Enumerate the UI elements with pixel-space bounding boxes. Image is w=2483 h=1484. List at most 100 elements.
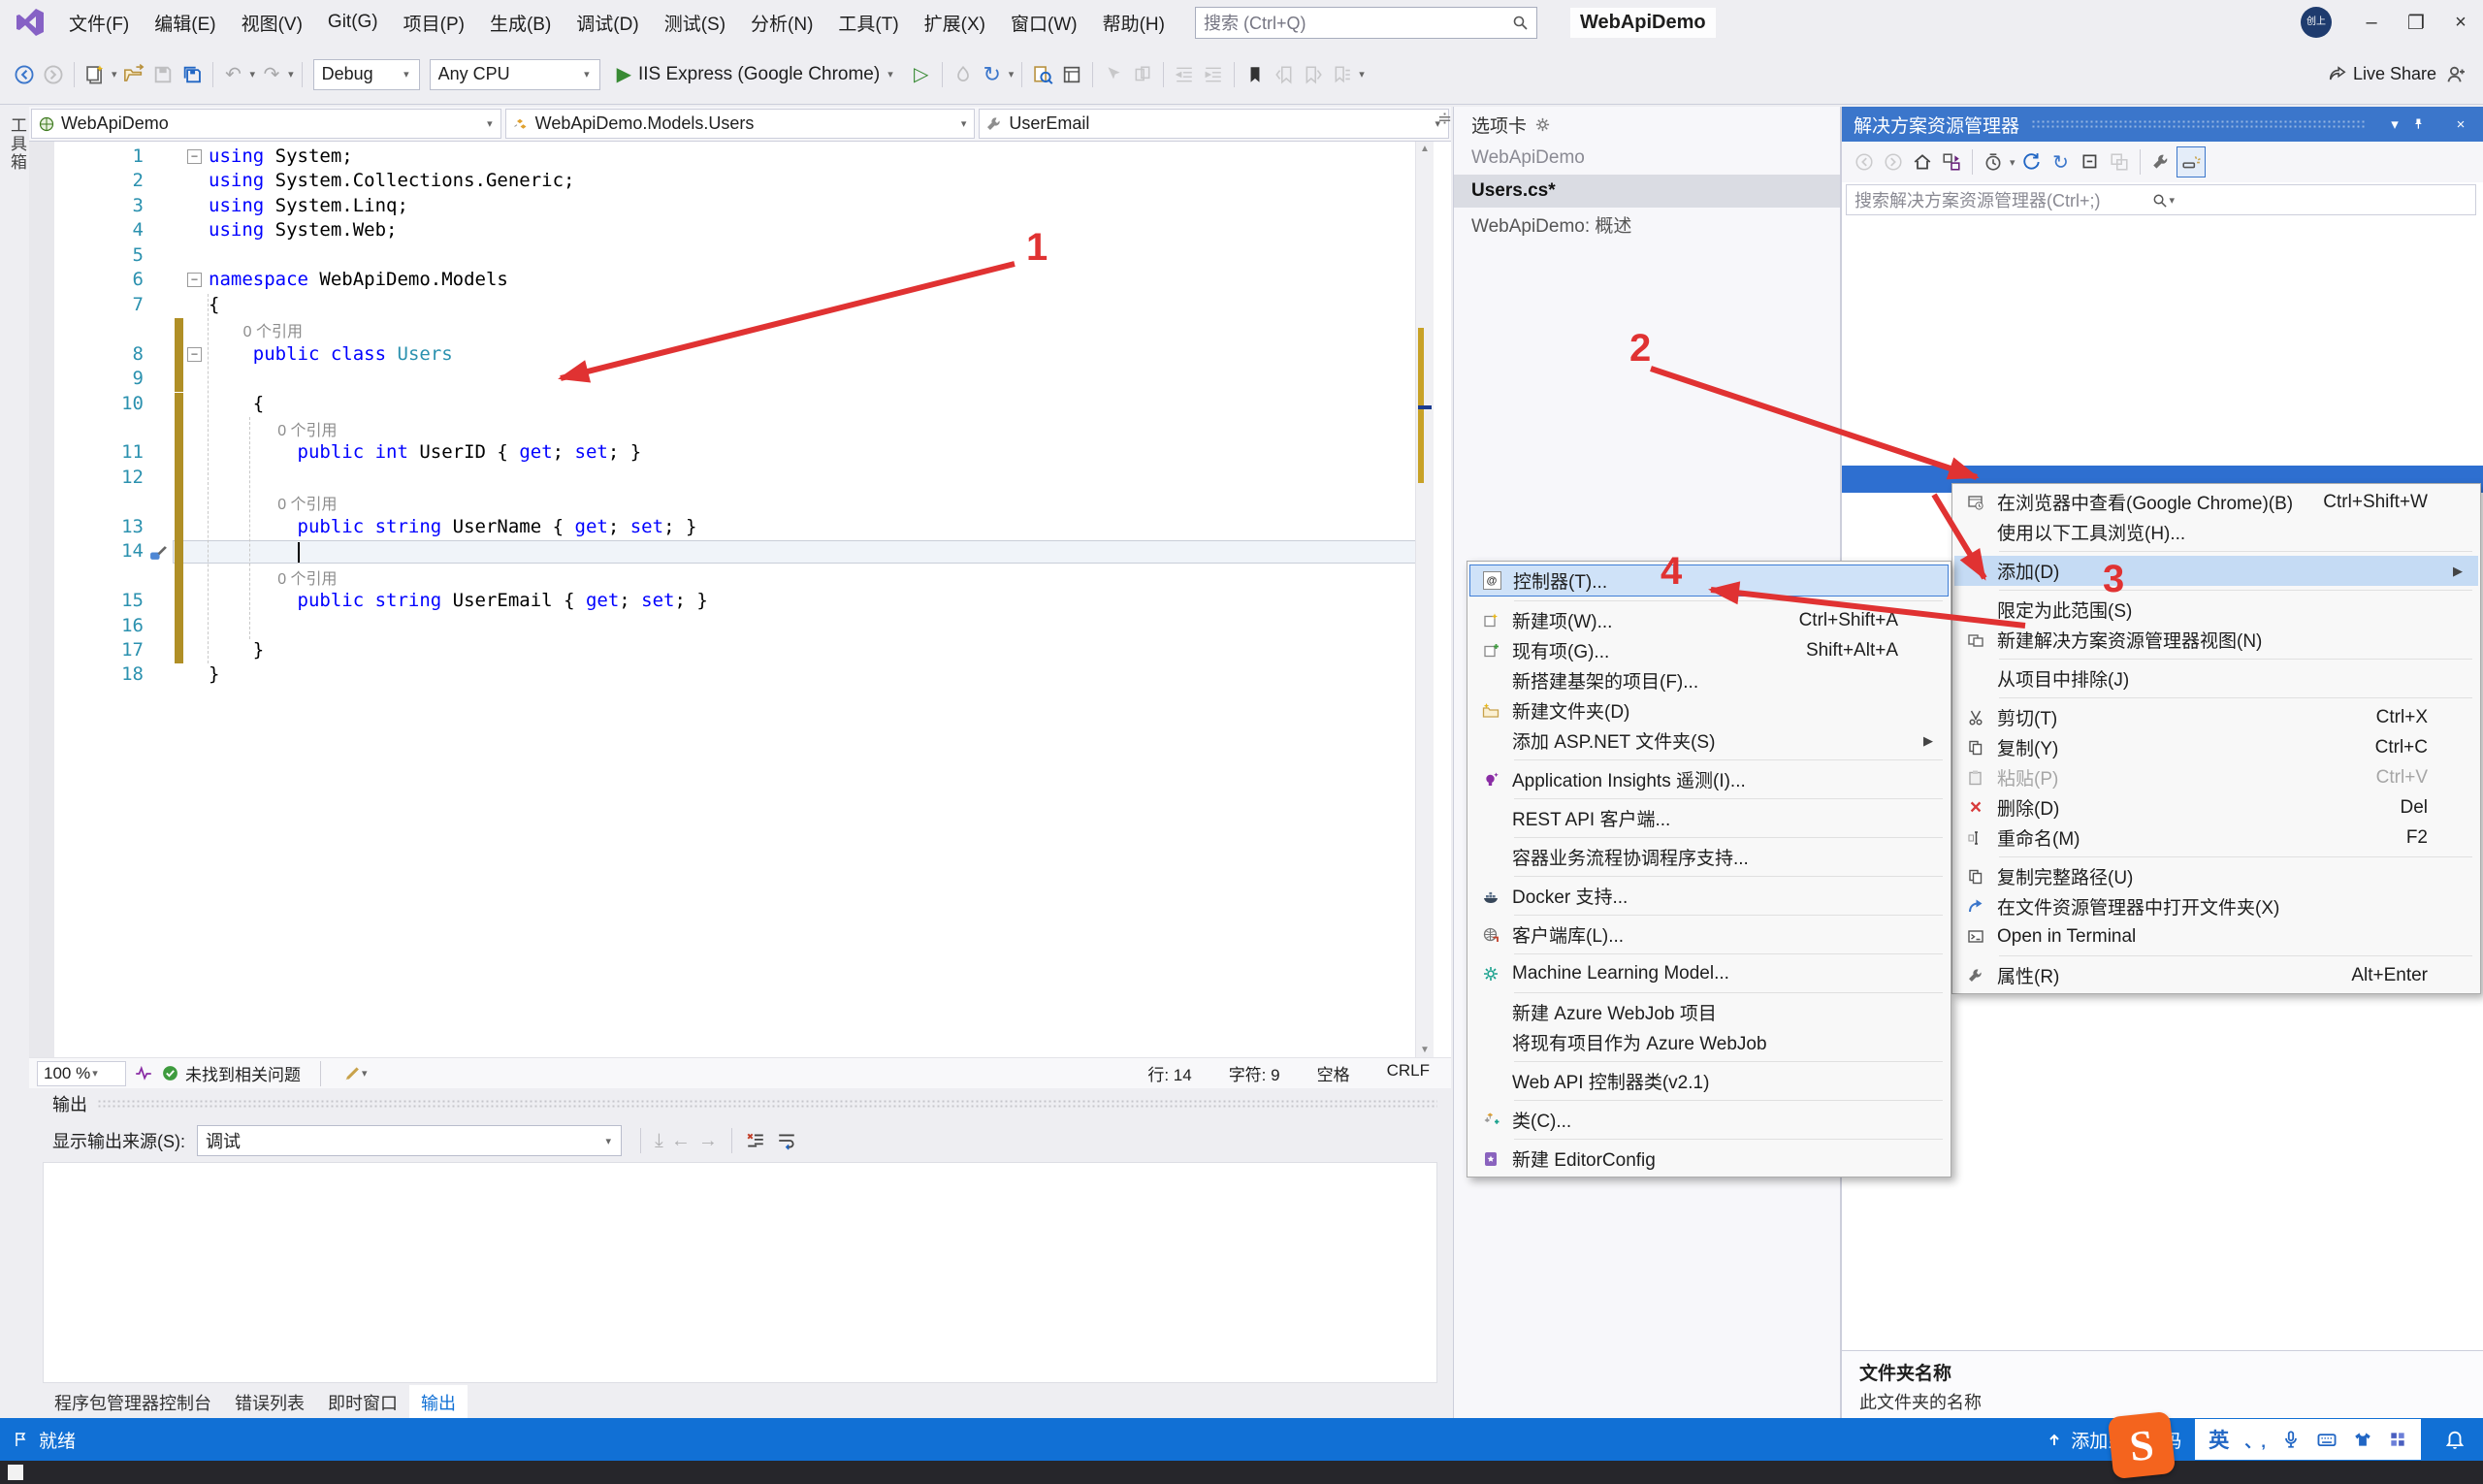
dropdown-caret[interactable]: ▾ xyxy=(112,68,117,81)
editor-splitter-handle[interactable]: ≑ xyxy=(1437,109,1452,129)
tree-item-properties[interactable] xyxy=(1842,303,2483,330)
switch-views-icon[interactable] xyxy=(1938,147,1965,177)
menu-item-add-aspnet-folder[interactable]: 添加 ASP.NET 文件夹(S)▶ xyxy=(1469,726,1949,756)
menu-item-new-solution-explorer-view[interactable]: 新建解决方案资源管理器视图(N) xyxy=(1954,625,2478,655)
line-number[interactable]: 9 xyxy=(29,368,144,389)
menu-item-new-azure-webjob-project[interactable]: 新建 Azure WebJob 项目 xyxy=(1469,997,1949,1027)
scroll-down-arrow[interactable]: ▼ xyxy=(1416,1045,1434,1055)
menu-x[interactable]: 扩展(X) xyxy=(912,0,998,45)
microphone-icon[interactable] xyxy=(2281,1430,2301,1449)
panel-tab-inactive[interactable]: 即时窗口 xyxy=(316,1385,409,1418)
menu-item-browse-with[interactable]: 使用以下工具浏览(H)... xyxy=(1954,517,2478,547)
code-line[interactable]: 13public string UserName { get; set; } xyxy=(29,516,1434,540)
code-line[interactable]: 3using System.Linq; xyxy=(29,195,1434,219)
find-in-files-button[interactable] xyxy=(1029,60,1056,89)
menu-item-container-orchestrator[interactable]: 容器业务流程协调程序支持... xyxy=(1469,842,1949,872)
save-all-button[interactable] xyxy=(178,60,206,89)
line-number[interactable]: 16 xyxy=(29,615,144,636)
quick-actions-screwdriver-icon[interactable] xyxy=(149,543,168,562)
code-line[interactable]: 17} xyxy=(29,639,1434,663)
undo-button[interactable]: ↶ xyxy=(220,60,247,89)
solution-platforms-select[interactable]: Any CPU▾ xyxy=(430,59,600,90)
menu-item-open-folder-in-file-explorer[interactable]: 在文件资源管理器中打开文件夹(X) xyxy=(1954,891,2478,921)
menu-item-rest-api-client[interactable]: REST API 客户端... xyxy=(1469,803,1949,833)
output-source-select[interactable]: 调试 ▾ xyxy=(197,1125,622,1156)
word-wrap-icon[interactable] xyxy=(777,1131,796,1150)
tree-item-content[interactable] xyxy=(1842,438,2483,466)
home-icon[interactable] xyxy=(1909,147,1936,177)
menu-item-cut[interactable]: 剪切(T)Ctrl+X xyxy=(1954,702,2478,732)
notifications-bell-icon[interactable] xyxy=(2444,1429,2466,1450)
menu-item-new-scaffolded-item[interactable]: 新搭建基架的项目(F)... xyxy=(1469,665,1949,695)
eol-indicator[interactable]: CRLF xyxy=(1387,1061,1430,1085)
document-tab[interactable]: Users.cs* xyxy=(1454,175,1840,208)
ime-toolbar[interactable]: 英 、, xyxy=(2195,1419,2421,1460)
zoom-selector[interactable]: 100 %▾ xyxy=(37,1061,126,1086)
menu-n[interactable]: 分析(N) xyxy=(738,0,825,45)
menu-t[interactable]: 工具(T) xyxy=(825,0,911,45)
dropdown-caret[interactable]: ▾ xyxy=(1359,68,1365,81)
window-position-icon[interactable]: ▾ xyxy=(2378,115,2411,133)
menu-item-machine-learning-model[interactable]: Machine Learning Model... xyxy=(1469,958,1949,988)
hot-reload-icon[interactable] xyxy=(950,60,977,89)
code-line[interactable]: 10{ xyxy=(29,393,1434,417)
menu-item-new-folder[interactable]: 新建文件夹(D) xyxy=(1469,695,1949,726)
gear-icon[interactable] xyxy=(1534,116,1551,133)
code-line[interactable]: 15public string UserEmail { get; set; } xyxy=(29,590,1434,614)
menu-item-docker-support[interactable]: Docker 支持... xyxy=(1469,881,1949,911)
menu-item-existing-item[interactable]: 现有项(G)...Shift+Alt+A xyxy=(1469,635,1949,665)
document-tab[interactable]: WebApiDemo: 概述 xyxy=(1454,208,1840,241)
account-avatar[interactable]: 创上 xyxy=(2301,7,2332,38)
code-line[interactable]: 1−using System; xyxy=(29,145,1434,170)
skin-icon[interactable] xyxy=(2353,1430,2372,1449)
toggle-bookmark-button[interactable] xyxy=(1242,60,1269,89)
navigate-forward-button[interactable] xyxy=(40,60,67,89)
codelens-row[interactable]: 0 个引用 xyxy=(29,491,1434,515)
close-button[interactable]: × xyxy=(2438,0,2483,45)
live-share-button[interactable]: Live Share xyxy=(2328,64,2436,84)
restart-button[interactable]: ↻ xyxy=(979,60,1006,89)
pin-icon[interactable] xyxy=(2411,117,2444,131)
code-line[interactable]: 2using System.Collections.Generic; xyxy=(29,170,1434,194)
code-line[interactable]: 11public int UserID { get; set; } xyxy=(29,441,1434,466)
solution-explorer-title-bar[interactable]: 解决方案资源管理器 ▾ × xyxy=(1842,107,2483,142)
tree-item-areas[interactable] xyxy=(1842,411,2483,438)
tree-item-references[interactable] xyxy=(1842,330,2483,357)
menu-item-view-in-browser[interactable]: 在浏览器中查看(Google Chrome)(B)Ctrl+Shift+W xyxy=(1954,487,2478,517)
tree-item-solution[interactable] xyxy=(1842,221,2483,248)
ime-language[interactable]: 英 xyxy=(2209,1425,2229,1454)
code-cleanup-icon[interactable] xyxy=(340,1064,360,1083)
panel-tab-inactive[interactable]: 错误列表 xyxy=(223,1385,316,1418)
restore-button[interactable]: ❐ xyxy=(2394,0,2438,45)
background-tasks-icon[interactable] xyxy=(12,1431,29,1448)
open-file-button[interactable] xyxy=(120,60,147,89)
code-line[interactable]: 5 xyxy=(29,244,1434,269)
taskbar-item[interactable] xyxy=(8,1465,23,1480)
menu-item-existing-project-as-azure-webjob[interactable]: 将现有项目作为 Azure WebJob xyxy=(1469,1027,1949,1057)
sogou-ime-logo[interactable]: S xyxy=(2108,1411,2176,1479)
code-health-icon[interactable] xyxy=(134,1064,153,1083)
menu-item-new-editorconfig[interactable]: 新建 EditorConfig xyxy=(1469,1144,1949,1174)
menu-item-application-insights[interactable]: Application Insights 遥测(I)... xyxy=(1469,764,1949,794)
codelens-row[interactable]: 0 个引用 xyxy=(29,318,1434,342)
sync-with-active-document-icon[interactable] xyxy=(2018,147,2046,177)
menu-p[interactable]: 项目(P) xyxy=(391,0,477,45)
navigate-back-button[interactable] xyxy=(11,60,38,89)
dropdown-caret[interactable]: ▾ xyxy=(1009,68,1015,81)
menu-item-rename[interactable]: 重命名(M)F2 xyxy=(1954,823,2478,853)
editor-vertical-scrollbar[interactable]: ▲ ▼ xyxy=(1415,142,1434,1057)
clear-all-icon[interactable] xyxy=(746,1131,765,1150)
toolbox-tab[interactable]: 工具箱 xyxy=(5,116,29,172)
dropdown-caret[interactable]: ▾ xyxy=(288,68,294,81)
line-number[interactable]: 12 xyxy=(29,467,144,488)
menu-b[interactable]: 生成(B) xyxy=(477,0,564,45)
preview-selected-items-icon[interactable] xyxy=(2177,146,2206,177)
navigate-home-button[interactable] xyxy=(1058,60,1085,89)
menu-e[interactable]: 编辑(E) xyxy=(142,0,228,45)
menu-d[interactable]: 调试(D) xyxy=(564,0,651,45)
menu-item-web-api-controller-class[interactable]: Web API 控制器类(v2.1) xyxy=(1469,1066,1949,1096)
menu-item-copy-full-path[interactable]: 复制完整路径(U) xyxy=(1954,861,2478,891)
send-feedback-icon[interactable] xyxy=(2446,64,2467,85)
tree-item-app-start[interactable] xyxy=(1842,384,2483,411)
code-line[interactable]: 7{ xyxy=(29,294,1434,318)
